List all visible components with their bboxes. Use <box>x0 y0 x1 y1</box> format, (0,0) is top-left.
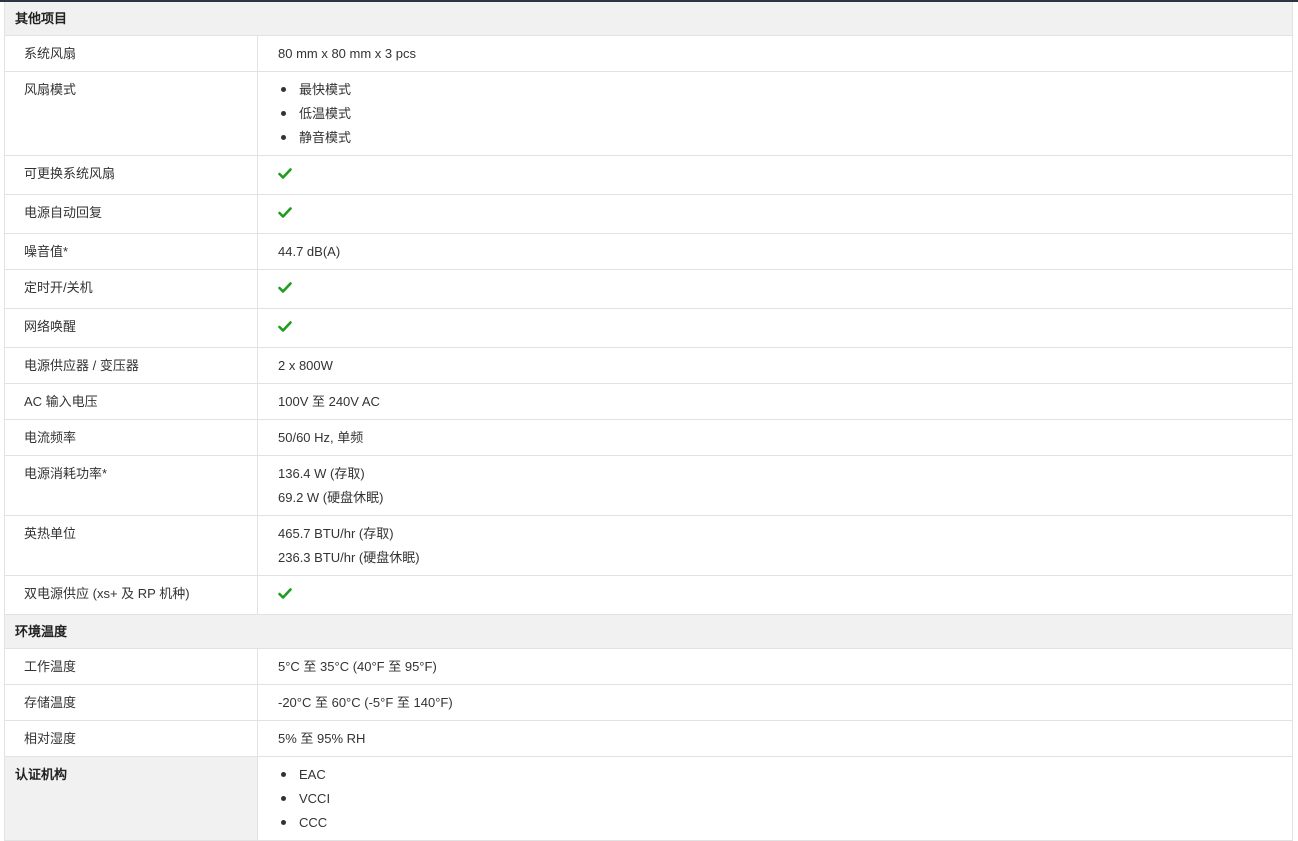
list-item: CCC <box>278 815 1292 830</box>
list-item: 静音模式 <box>278 130 1292 145</box>
spec-value: -20°C 至 60°C (-5°F 至 140°F) <box>278 695 453 710</box>
spec-label: 存储温度 <box>5 685 258 720</box>
spec-table: 其他项目 系统风扇 80 mm x 80 mm x 3 pcs 风扇模式 最快模… <box>4 2 1293 841</box>
spec-row-humidity: 相对湿度 5% 至 95% RH <box>5 721 1292 757</box>
spec-row-fan-mode: 风扇模式 最快模式 低温模式 静音模式 <box>5 72 1292 156</box>
spec-row-fan: 系统风扇 80 mm x 80 mm x 3 pcs <box>5 36 1292 72</box>
spec-label: 系统风扇 <box>5 36 258 71</box>
spec-value: 100V 至 240V AC <box>278 394 380 409</box>
spec-row-operating-temp: 工作温度 5°C 至 35°C (40°F 至 95°F) <box>5 649 1292 685</box>
spec-label: 噪音值* <box>5 234 258 269</box>
spec-label: 风扇模式 <box>5 72 258 155</box>
spec-row-power-recovery: 电源自动回复 <box>5 195 1292 234</box>
list-item: VCCI <box>278 791 1292 806</box>
spec-value: EAC VCCI CCC <box>258 757 1292 840</box>
list-item: 最快模式 <box>278 82 1292 97</box>
spec-value: 80 mm x 80 mm x 3 pcs <box>278 46 416 61</box>
value-line: 465.7 BTU/hr (存取) <box>278 526 394 541</box>
spec-value: 44.7 dB(A) <box>278 244 341 259</box>
section-header-other: 其他项目 <box>5 2 1292 36</box>
list-item: 低温模式 <box>278 106 1292 121</box>
spec-label: 电源消耗功率* <box>5 456 258 515</box>
spec-row-scheduled-power: 定时开/关机 <box>5 270 1292 309</box>
spec-label: 工作温度 <box>5 649 258 684</box>
spec-row-btu: 英热单位 465.7 BTU/hr (存取) 236.3 BTU/hr (硬盘休… <box>5 516 1292 576</box>
spec-row-storage-temp: 存储温度 -20°C 至 60°C (-5°F 至 140°F) <box>5 685 1292 721</box>
spec-label: 相对湿度 <box>5 721 258 756</box>
checkmark-icon <box>278 166 292 181</box>
spec-label: 电源供应器 / 变压器 <box>5 348 258 383</box>
value-line: 136.4 W (存取) <box>278 466 365 481</box>
spec-value: 465.7 BTU/hr (存取) 236.3 BTU/hr (硬盘休眠) <box>258 516 1292 575</box>
fan-mode-list: 最快模式 低温模式 静音模式 <box>278 82 1292 145</box>
spec-label: 双电源供应 (xs+ 及 RP 机种) <box>5 576 258 614</box>
checkmark-icon <box>278 319 292 334</box>
spec-row-psu: 电源供应器 / 变压器 2 x 800W <box>5 348 1292 384</box>
spec-row-wake-on-lan: 网络唤醒 <box>5 309 1292 348</box>
checkmark-icon <box>278 586 292 601</box>
value-line: 236.3 BTU/hr (硬盘休眠) <box>278 550 420 565</box>
checkmark-icon <box>278 280 292 295</box>
spec-row-replaceable-fan: 可更换系统风扇 <box>5 156 1292 195</box>
spec-value: 2 x 800W <box>278 358 333 373</box>
spec-label-certification: 认证机构 <box>5 757 258 840</box>
spec-value <box>258 270 1292 308</box>
spec-value: 5°C 至 35°C (40°F 至 95°F) <box>278 659 437 674</box>
spec-row-power-consumption: 电源消耗功率* 136.4 W (存取) 69.2 W (硬盘休眠) <box>5 456 1292 516</box>
spec-value <box>258 576 1292 614</box>
spec-row-certification: 认证机构 EAC VCCI CCC <box>5 757 1292 841</box>
spec-label: 电流频率 <box>5 420 258 455</box>
value-line: 69.2 W (硬盘休眠) <box>278 490 384 505</box>
spec-label: 可更换系统风扇 <box>5 156 258 194</box>
spec-row-ac-voltage: AC 输入电压 100V 至 240V AC <box>5 384 1292 420</box>
spec-value <box>258 195 1292 233</box>
spec-row-frequency: 电流频率 50/60 Hz, 单频 <box>5 420 1292 456</box>
spec-label: 英热单位 <box>5 516 258 575</box>
spec-label: 定时开/关机 <box>5 270 258 308</box>
spec-value: 最快模式 低温模式 静音模式 <box>258 72 1292 155</box>
spec-value: 50/60 Hz, 单频 <box>278 430 364 445</box>
spec-label: 电源自动回复 <box>5 195 258 233</box>
spec-row-dual-psu: 双电源供应 (xs+ 及 RP 机种) <box>5 576 1292 615</box>
list-item: EAC <box>278 767 1292 782</box>
section-header-environment: 环境温度 <box>5 615 1292 649</box>
checkmark-icon <box>278 205 292 220</box>
certification-list: EAC VCCI CCC <box>278 767 1292 830</box>
spec-value <box>258 156 1292 194</box>
spec-value <box>258 309 1292 347</box>
spec-value: 5% 至 95% RH <box>278 731 366 746</box>
spec-value: 136.4 W (存取) 69.2 W (硬盘休眠) <box>258 456 1292 515</box>
spec-label: 网络唤醒 <box>5 309 258 347</box>
spec-label: AC 输入电压 <box>5 384 258 419</box>
spec-row-noise: 噪音值* 44.7 dB(A) <box>5 234 1292 270</box>
